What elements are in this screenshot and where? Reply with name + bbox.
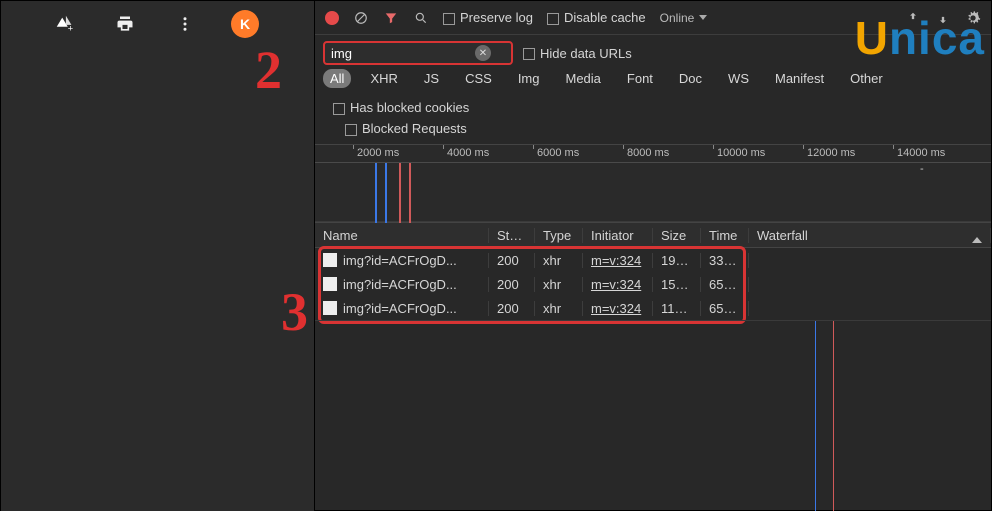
row-initiator[interactable]: m=v:324: [591, 301, 641, 316]
clear-filter-icon[interactable]: ✕: [475, 45, 491, 61]
filter-row: ✕ Hide data URLs: [315, 35, 991, 69]
row-status: 200: [489, 253, 535, 268]
table-row[interactable]: img?id=ACFrOgD... 200 xhr m=v:324 191...…: [315, 248, 991, 272]
print-icon[interactable]: [111, 10, 139, 38]
row-time: 650...: [701, 301, 749, 316]
tick-label: 12000 ms: [807, 147, 855, 159]
col-time[interactable]: Time: [701, 228, 749, 243]
annotation-step-3: 3: [281, 281, 308, 343]
row-initiator[interactable]: m=v:324: [591, 253, 641, 268]
row-status: 200: [489, 277, 535, 292]
col-waterfall[interactable]: Waterfall: [749, 228, 991, 243]
row-status: 200: [489, 301, 535, 316]
type-css[interactable]: CSS: [458, 69, 499, 88]
row-type: xhr: [535, 277, 583, 292]
row-initiator[interactable]: m=v:324: [591, 277, 641, 292]
tick-label: 14000 ms: [897, 147, 945, 159]
filter-input[interactable]: [325, 46, 475, 61]
col-size[interactable]: Size: [653, 228, 701, 243]
disable-cache-checkbox[interactable]: Disable cache: [547, 10, 646, 25]
row-time: 331...: [701, 253, 749, 268]
avatar-letter: K: [240, 16, 250, 32]
type-all[interactable]: All: [323, 69, 351, 88]
clear-icon[interactable]: [353, 10, 369, 26]
row-type: xhr: [535, 253, 583, 268]
settings-icon[interactable]: [965, 10, 981, 26]
load-marker-icon: [409, 163, 411, 223]
devtools-panel: Preserve log Disable cache Online ✕ Hide…: [314, 1, 991, 510]
rows-area: img?id=ACFrOgD... 200 xhr m=v:324 191...…: [315, 248, 991, 320]
annotation-step-2: 2: [255, 39, 282, 101]
row-size: 118...: [653, 301, 701, 316]
filter-icon[interactable]: [383, 10, 399, 26]
load-line-icon: [833, 321, 834, 511]
row-type: xhr: [535, 301, 583, 316]
blocked-requests-row: Blocked Requests: [315, 121, 991, 144]
avatar[interactable]: K: [231, 10, 259, 38]
has-blocked-cookies-label: Has blocked cookies: [350, 100, 469, 115]
type-other[interactable]: Other: [843, 69, 890, 88]
dcl-marker-icon: [385, 163, 387, 223]
tick-label: 10000 ms: [717, 147, 765, 159]
type-ws[interactable]: WS: [721, 69, 756, 88]
search-icon[interactable]: [413, 10, 429, 26]
hide-data-urls-label: Hide data URLs: [540, 46, 632, 61]
table-row[interactable]: img?id=ACFrOgD... 200 xhr m=v:324 118...…: [315, 296, 991, 320]
col-type[interactable]: Type: [535, 228, 583, 243]
more-vert-icon[interactable]: [171, 10, 199, 38]
timeline-body: [315, 163, 991, 223]
throttling-select[interactable]: Online: [660, 11, 708, 25]
type-xhr[interactable]: XHR: [363, 69, 404, 88]
upload-icon[interactable]: [905, 10, 921, 26]
blocked-requests-label: Blocked Requests: [362, 121, 467, 136]
download-icon[interactable]: [935, 10, 951, 26]
overview-timeline[interactable]: 2000 ms 4000 ms 6000 ms 8000 ms 10000 ms…: [315, 144, 991, 222]
tick-label: 6000 ms: [537, 147, 579, 159]
grid-empty-area: [315, 320, 991, 511]
type-manifest[interactable]: Manifest: [768, 69, 831, 88]
preserve-log-checkbox[interactable]: Preserve log: [443, 10, 533, 25]
resource-thumb-icon: [323, 301, 337, 315]
record-icon[interactable]: [325, 11, 339, 25]
type-media[interactable]: Media: [558, 69, 607, 88]
type-img[interactable]: Img: [511, 69, 547, 88]
filter-input-wrap: ✕: [323, 41, 513, 65]
network-toolbar: Preserve log Disable cache Online: [315, 1, 991, 35]
type-font[interactable]: Font: [620, 69, 660, 88]
dcl-line-icon: [815, 321, 816, 511]
tick-label: 2000 ms: [357, 147, 399, 159]
throttling-value: Online: [660, 11, 695, 25]
tick-label: 4000 ms: [447, 147, 489, 159]
col-initiator[interactable]: Initiator: [583, 228, 653, 243]
row-name: img?id=ACFrOgD...: [343, 301, 457, 316]
drive-add-icon[interactable]: +: [51, 10, 79, 38]
disable-cache-label: Disable cache: [564, 10, 646, 25]
chevron-down-icon: [699, 15, 707, 20]
has-blocked-cookies-checkbox[interactable]: Has blocked cookies: [333, 100, 469, 115]
blocked-requests-checkbox[interactable]: Blocked Requests: [345, 121, 467, 136]
table-row[interactable]: img?id=ACFrOgD... 200 xhr m=v:324 154...…: [315, 272, 991, 296]
row-name: img?id=ACFrOgD...: [343, 253, 457, 268]
type-doc[interactable]: Doc: [672, 69, 709, 88]
row-size: 191...: [653, 253, 701, 268]
type-js[interactable]: JS: [417, 69, 446, 88]
resource-thumb-icon: [323, 277, 337, 291]
sort-asc-icon: [972, 237, 982, 243]
load-marker-icon: [399, 163, 401, 223]
svg-text:+: +: [68, 23, 73, 33]
preserve-log-label: Preserve log: [460, 10, 533, 25]
grid-header: Name Stat... Type Initiator Size Time Wa…: [315, 222, 991, 248]
dcl-marker-icon: [375, 163, 377, 223]
hide-data-urls-checkbox[interactable]: Hide data URLs: [523, 46, 632, 61]
resource-thumb-icon: [323, 253, 337, 267]
timeline-ruler: 2000 ms 4000 ms 6000 ms 8000 ms 10000 ms…: [315, 145, 991, 163]
app-toolbar: + K: [1, 1, 314, 41]
col-status[interactable]: Stat...: [489, 228, 535, 243]
row-name: img?id=ACFrOgD...: [343, 277, 457, 292]
tick-label: 8000 ms: [627, 147, 669, 159]
row-time: 650...: [701, 277, 749, 292]
row-size: 154...: [653, 277, 701, 292]
type-filter-row: All XHR JS CSS Img Media Font Doc WS Man…: [315, 69, 991, 121]
col-name[interactable]: Name: [315, 228, 489, 243]
